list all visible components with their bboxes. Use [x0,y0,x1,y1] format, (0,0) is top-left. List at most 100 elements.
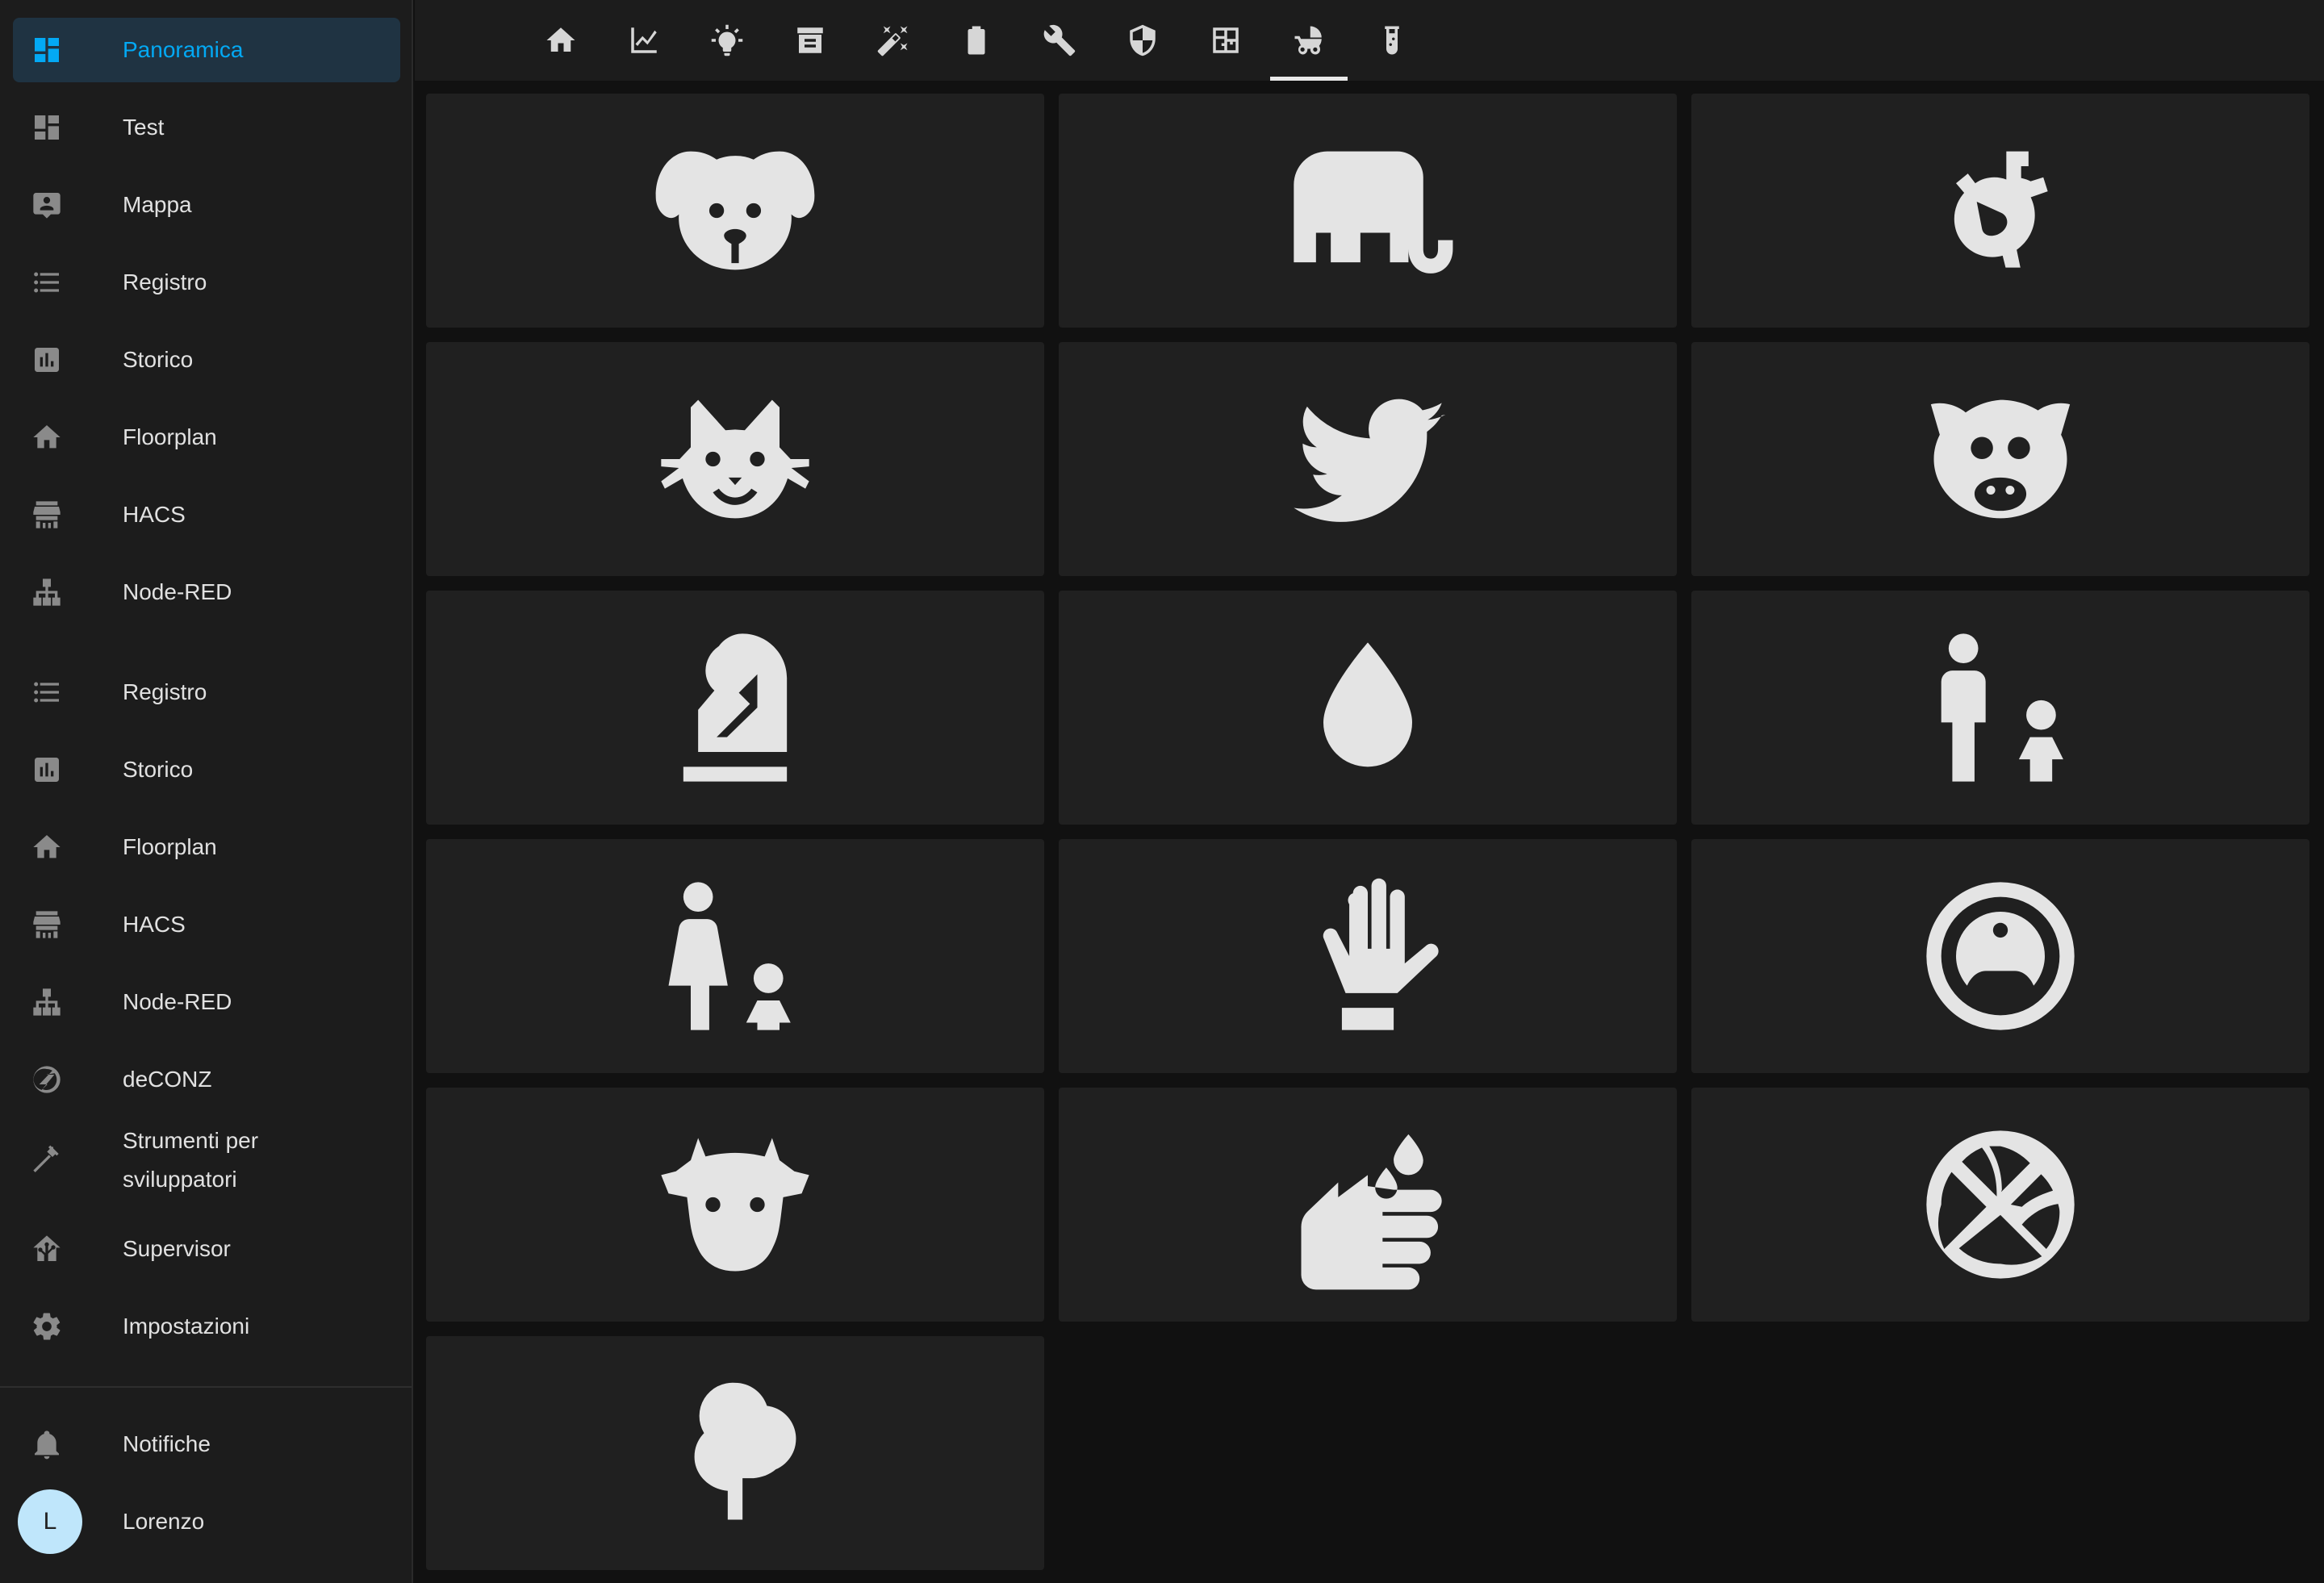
home-icon [546,27,575,52]
sidebar-item-supervisor[interactable]: Supervisor [13,1217,400,1281]
robot-vacuum-icon [1926,882,2075,1030]
entity-card-bee[interactable] [1691,94,2309,328]
dog-icon [655,151,815,270]
sitemap-icon [31,576,63,608]
tab-tools[interactable] [1021,0,1098,81]
sidebar-item-storico[interactable]: Storico [13,328,400,392]
tab-storage[interactable] [771,0,849,81]
entity-card-chess-knight[interactable] [426,591,1044,825]
home-icon [31,421,63,453]
chart-line-icon [631,27,657,53]
sidebar-item-notifiche[interactable]: Notifiche [13,1412,400,1476]
tree-icon [694,1382,796,1520]
sidebar-item-impostazioni[interactable]: Impostazioni [13,1294,400,1359]
entity-card-parent-child-male[interactable] [1691,591,2309,825]
home-assistant-icon [31,1233,63,1265]
entity-card-twitter[interactable] [1059,342,1677,576]
cat-icon [661,399,809,519]
sidebar-item-label: Node-RED [123,579,232,604]
sidebar-item-label: Notifiche [123,1431,211,1456]
bee-icon [1954,151,2048,268]
sidebar-item-label: Floorplan [123,834,217,859]
entity-card-water[interactable] [1059,591,1677,825]
list-icon [31,266,63,299]
test-tube-icon [1385,26,1399,55]
sidebar-item-label: Supervisor [123,1236,231,1261]
sidebar-item-label: Storico [123,347,194,372]
hacs-icon [31,908,63,941]
tab-floorplan[interactable] [1187,0,1264,81]
sidebar-item-deconz[interactable]: deCONZ [13,1047,400,1112]
shield-icon [1130,24,1156,56]
hammer-icon [31,1144,63,1176]
entity-card-basketball[interactable] [1691,1088,2309,1322]
sidebar-item-registro[interactable]: Registro [13,250,400,315]
entity-card-elephant[interactable] [1059,94,1677,328]
human-female-child-icon [668,882,791,1030]
sidebar-item-label: Panoramica [123,37,244,62]
sidebar-item-user[interactable]: L Lorenzo [13,1485,400,1554]
entity-card-parent-child-female[interactable] [426,839,1044,1073]
sidebar-item-label: Node-RED [123,989,232,1014]
sidebar-item-mappa[interactable]: Mappa [13,173,400,237]
entity-card-tree[interactable] [426,1336,1044,1570]
dashboard-icon [31,111,63,144]
battery-icon [968,26,985,55]
entity-card-pig[interactable] [1691,342,2309,576]
entity-card-cow[interactable] [426,1088,1044,1322]
hand-wash-icon [1301,1134,1442,1290]
bell-icon [31,1428,63,1460]
twitter-bird-icon [1294,399,1446,522]
sidebar-item-floorplan[interactable]: Floorplan [13,815,400,879]
sidebar-item-hacs[interactable]: HACS [13,482,400,547]
sidebar-item-node-red[interactable]: Node-RED [13,970,400,1034]
sidebar-item-label: Floorplan [123,424,217,449]
sidebar-item-label: Impostazioni [123,1314,250,1339]
sidebar-item-label: deCONZ [123,1067,212,1092]
sidebar-item-label: Test [123,115,165,140]
sidebar-item-panoramica[interactable]: Panoramica [13,18,400,82]
wrench-icon [1043,24,1076,56]
sidebar-divider [0,1386,412,1388]
sidebar-item-hacs[interactable]: HACS [13,892,400,957]
view-tabs-bar [415,0,2324,81]
tab-lights[interactable] [688,0,766,81]
tab-lab[interactable] [1353,0,1431,81]
lightbulb-icon [711,24,743,56]
tab-history[interactable] [605,0,683,81]
dashboard-icon [31,34,63,66]
sidebar-item-floorplan[interactable]: Floorplan [13,405,400,470]
sitemap-icon [31,986,63,1018]
tab-home[interactable] [522,0,600,81]
tab-security[interactable] [1104,0,1181,81]
sidebar: Panoramica Test Mappa Registro Storico F… [0,0,413,1583]
basketball-icon [1926,1130,2075,1279]
entity-card-robot-vacuum[interactable] [1691,839,2309,1073]
floorplan-icon [1213,27,1239,53]
entity-card-dog[interactable] [426,94,1044,328]
sidebar-item-label: HACS [123,912,186,937]
avatar: L [18,1489,82,1554]
sidebar-item-label: HACS [123,502,186,527]
tab-automations[interactable] [855,0,932,81]
sidebar-item-node-red[interactable]: Node-RED [13,560,400,624]
tab-baby[interactable] [1270,0,1348,81]
hacs-icon [31,499,63,531]
cow-icon [661,1138,809,1272]
pig-icon [1930,399,2071,519]
entity-card-hand[interactable] [1059,839,1677,1073]
zigbee-icon [31,1063,63,1096]
human-male-child-icon [1941,633,2063,782]
sidebar-item-label: Registro [123,679,207,704]
entity-card-cat[interactable] [426,342,1044,576]
water-drop-icon [1323,642,1412,767]
sidebar-item-strumenti-per-sviluppatori[interactable]: Strumenti per sviluppatori [13,1128,400,1192]
sidebar-item-label: Storico [123,757,194,782]
sidebar-item-registro[interactable]: Registro [13,660,400,725]
home-icon [31,831,63,863]
sidebar-item-storico[interactable]: Storico [13,737,400,802]
entity-card-hand-wash[interactable] [1059,1088,1677,1322]
sidebar-item-test[interactable]: Test [13,95,400,160]
hand-icon [1323,878,1439,1030]
tab-battery[interactable] [938,0,1015,81]
